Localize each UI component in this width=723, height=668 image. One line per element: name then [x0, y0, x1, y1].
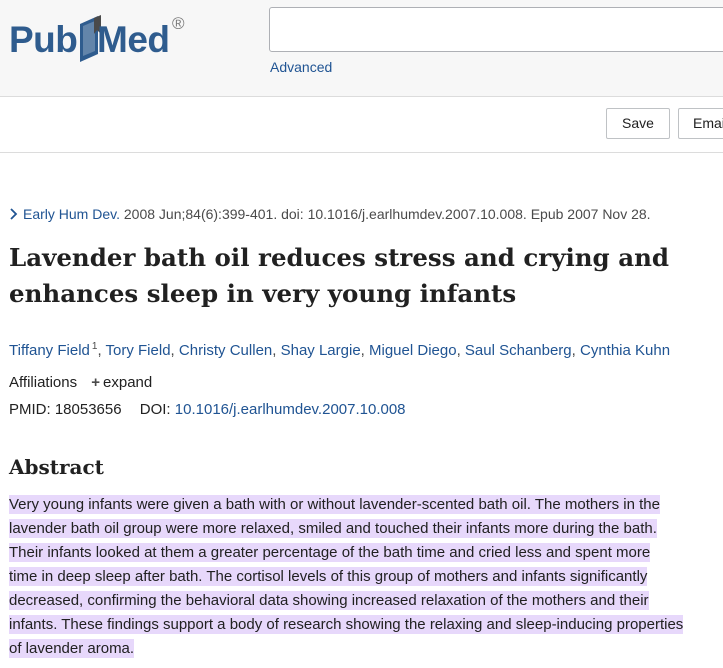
abstract-line-text: of lavender aroma. — [9, 639, 135, 658]
abstract-line-text: time in deep sleep after bath. The corti… — [9, 567, 648, 586]
save-button[interactable]: Save — [606, 108, 670, 139]
abstract-line: of lavender aroma. — [9, 637, 723, 661]
article-identifiers: PMID: 18053656 DOI: 10.1016/j.earlhumdev… — [9, 400, 406, 420]
logo-text-pub: Pub — [9, 19, 78, 60]
doi-link[interactable]: 10.1016/j.earlhumdev.2007.10.008 — [175, 401, 406, 418]
abstract-heading: Abstract — [9, 455, 104, 479]
pubmed-logo[interactable]: Pub Med ® — [9, 14, 194, 70]
plus-icon: + — [91, 374, 101, 391]
author-separator: , — [571, 342, 580, 359]
registered-mark: ® — [172, 14, 185, 33]
author-link[interactable]: Miguel Diego — [369, 342, 457, 359]
abstract-line: time in deep sleep after bath. The corti… — [9, 565, 723, 589]
author-separator: , — [97, 342, 106, 359]
abstract-line-text: lavender bath oil group were more relaxe… — [9, 519, 657, 538]
affiliations-label: Affiliations — [9, 374, 78, 391]
journal-link[interactable]: Early Hum Dev. — [23, 206, 120, 222]
author-link[interactable]: Tiffany Field — [9, 342, 90, 359]
abstract-line: infants. These findings support a body o… — [9, 613, 723, 637]
author-link[interactable]: Saul Schanberg — [465, 342, 572, 359]
search-input[interactable] — [269, 7, 723, 52]
abstract-line: decreased, confirming the behavioral dat… — [9, 589, 723, 613]
advanced-search-link[interactable]: Advanced — [270, 58, 332, 76]
abstract-line: lavender bath oil group were more relaxe… — [9, 517, 723, 541]
pmid-value: 18053656 — [54, 401, 122, 418]
action-bar: Save Email — [0, 97, 723, 153]
author-separator: , — [360, 342, 370, 359]
abstract-line-text: Their infants looked at them a greater p… — [9, 543, 651, 562]
chevron-right-icon — [10, 208, 18, 220]
pmid-label: PMID: — [9, 401, 51, 418]
doi-label: DOI: — [139, 401, 171, 418]
abstract-line: Their infants looked at them a greater p… — [9, 541, 723, 565]
site-header: Pub Med ® Advanced — [0, 0, 723, 97]
affiliations-row: Affiliations + expand — [9, 373, 152, 393]
author-link[interactable]: Tory Field — [106, 342, 171, 359]
expand-affiliations-button[interactable]: + expand — [91, 374, 152, 391]
expand-label: expand — [103, 374, 153, 391]
citation-details: 2008 Jun;84(6):399-401. doi: 10.1016/j.e… — [119, 206, 651, 222]
journal-citation: Early Hum Dev. 2008 Jun;84(6):399-401. d… — [9, 205, 651, 223]
email-button[interactable]: Email — [678, 108, 723, 139]
abstract-line-text: Very young infants were given a bath wit… — [9, 495, 660, 514]
logo-text-med: Med — [97, 19, 170, 60]
abstract-line-text: infants. These findings support a body o… — [9, 615, 684, 634]
author-separator: , — [170, 342, 179, 359]
author-link[interactable]: Christy Cullen — [179, 342, 272, 359]
author-link[interactable]: Shay Largie — [281, 342, 361, 359]
author-link[interactable]: Cynthia Kuhn — [580, 342, 670, 359]
abstract-line: Very young infants were given a bath wit… — [9, 493, 723, 517]
author-separator: , — [272, 342, 281, 359]
author-list: Tiffany Field 1, Tory Field, Christy Cull… — [9, 337, 670, 361]
article-title: Lavender bath oil reduces stress and cry… — [9, 243, 670, 308]
abstract-line-text: decreased, confirming the behavioral dat… — [9, 591, 649, 610]
author-separator: , — [456, 342, 465, 359]
abstract-body: Very young infants were given a bath wit… — [9, 493, 723, 661]
